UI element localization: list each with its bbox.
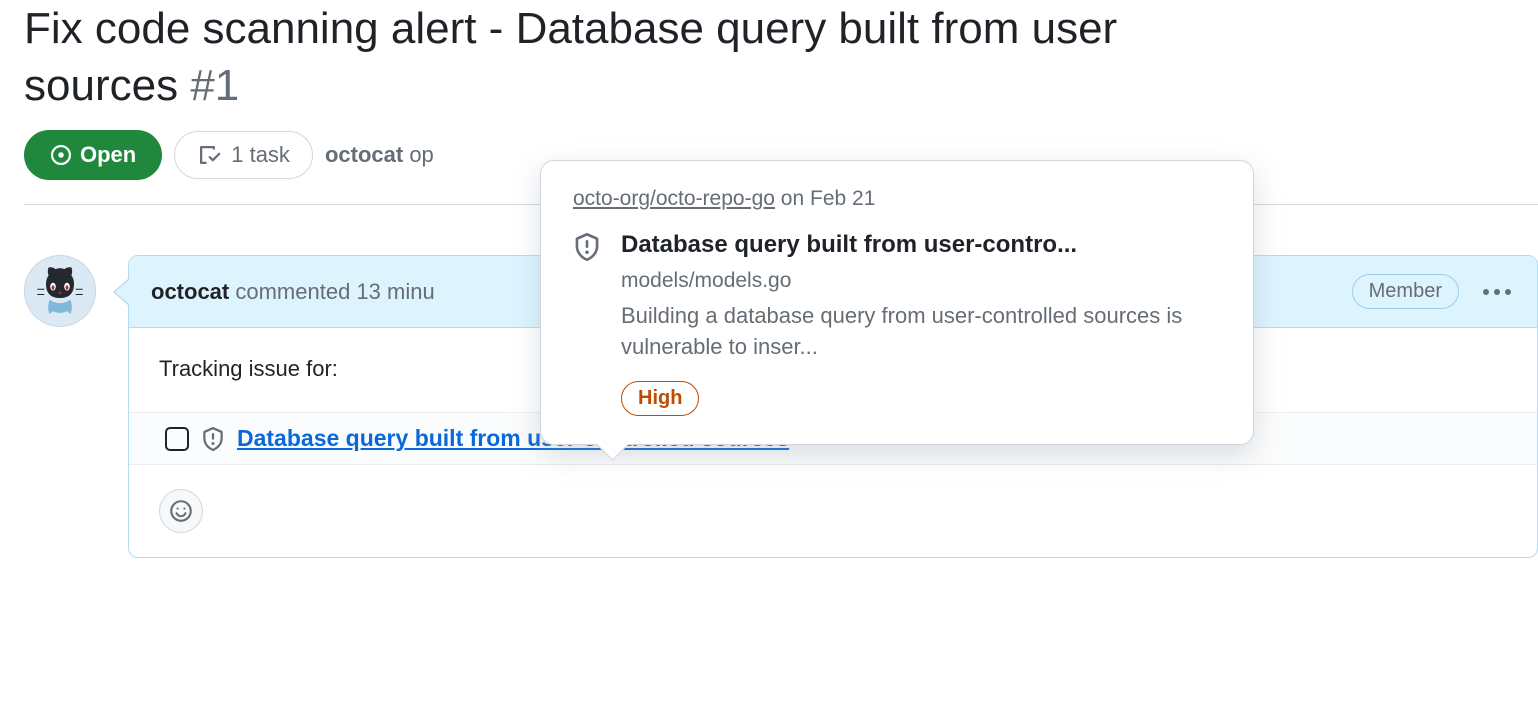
hovercard-date: on Feb 21 bbox=[781, 187, 876, 210]
alert-hovercard: octo-org/octo-repo-go on Feb 21 Database… bbox=[540, 160, 1254, 445]
issue-number: #1 bbox=[190, 61, 239, 110]
hovercard-file-path: models/models.go bbox=[621, 269, 1221, 293]
hovercard-repo-line: octo-org/octo-repo-go on Feb 21 bbox=[573, 187, 1221, 211]
issue-title: Fix code scanning alert - Database query… bbox=[24, 0, 1538, 114]
comment-header-text: octocat commented 13 minu bbox=[151, 279, 435, 305]
member-badge: Member bbox=[1352, 274, 1459, 309]
issue-title-line1: Fix code scanning alert - Database query… bbox=[24, 4, 1117, 53]
smiley-icon bbox=[169, 499, 193, 523]
octocat-icon bbox=[32, 263, 88, 319]
add-reaction-button[interactable] bbox=[159, 489, 203, 533]
status-label: Open bbox=[80, 142, 136, 168]
opened-by-text: octocat op bbox=[325, 142, 434, 168]
avatar[interactable] bbox=[24, 255, 96, 327]
comment-author[interactable]: octocat bbox=[151, 279, 229, 304]
task-checkbox[interactable] bbox=[165, 427, 189, 451]
hovercard-title: Database query built from user-contro... bbox=[621, 231, 1221, 259]
hovercard-repo-link[interactable]: octo-org/octo-repo-go bbox=[573, 187, 775, 210]
tasks-pill[interactable]: 1 task bbox=[174, 131, 313, 179]
hovercard-description: Building a database query from user-con­… bbox=[621, 301, 1221, 363]
issue-title-line2: sources bbox=[24, 61, 178, 110]
author-link[interactable]: octocat bbox=[325, 142, 403, 167]
shield-alert-icon bbox=[201, 427, 225, 451]
tasks-count: 1 task bbox=[231, 142, 290, 168]
shield-alert-icon bbox=[573, 233, 601, 261]
comment-timestamp: commented 13 minu bbox=[235, 279, 434, 304]
status-badge: Open bbox=[24, 130, 162, 180]
opened-action: op bbox=[409, 142, 433, 167]
tasklist-icon bbox=[197, 143, 221, 167]
severity-badge: High bbox=[621, 381, 699, 416]
issue-open-icon bbox=[50, 144, 72, 166]
comment-actions-menu[interactable] bbox=[1479, 285, 1515, 299]
